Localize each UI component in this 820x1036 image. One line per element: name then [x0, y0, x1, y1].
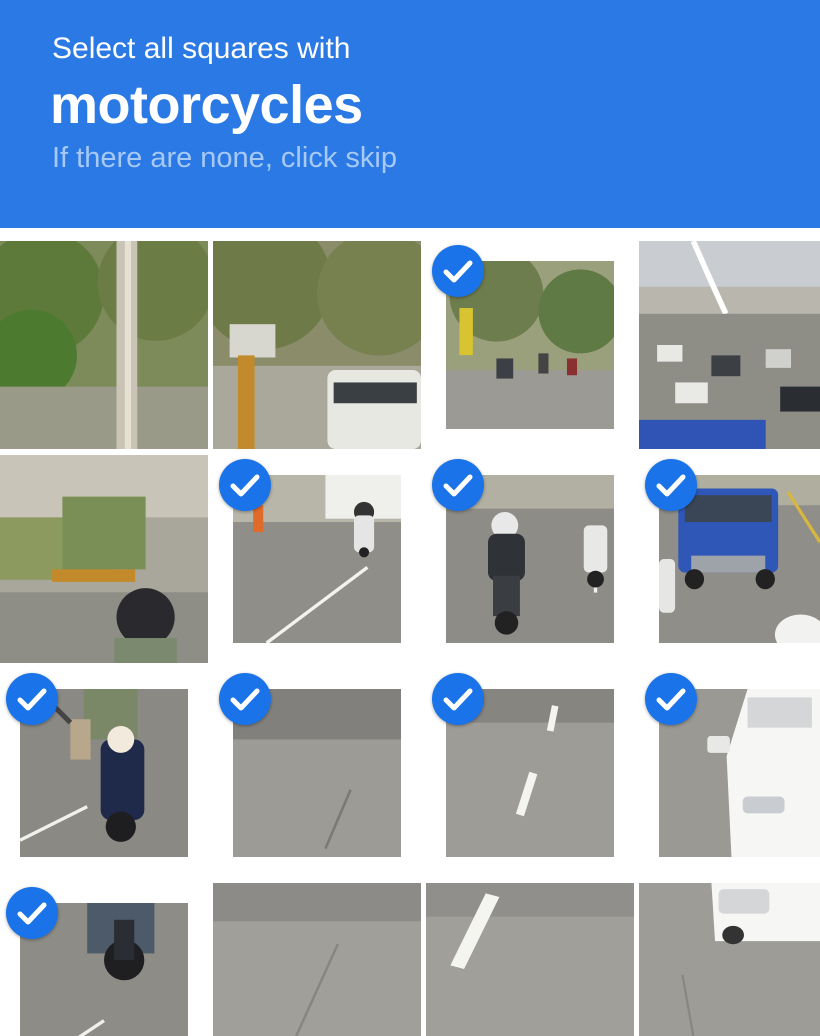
selected-check-icon: [6, 887, 58, 939]
selected-check-icon: [645, 673, 697, 725]
selected-check-icon: [219, 459, 271, 511]
selected-check-icon: [6, 673, 58, 725]
grid-tile-r4-c4[interactable]: [639, 883, 820, 1036]
tile-image: [213, 241, 421, 449]
target-object-label: motorcycles: [50, 75, 363, 135]
grid-tile-r3-c1[interactable]: [0, 669, 208, 877]
selected-check-icon: [432, 459, 484, 511]
skip-hint-text: If there are none, click skip: [52, 142, 397, 174]
grid-tile-r2-c2[interactable]: [213, 455, 421, 663]
selected-check-icon: [219, 673, 271, 725]
tile-image: [426, 883, 634, 1036]
grid-tile-r1-c4[interactable]: [639, 241, 820, 449]
tile-image: [0, 455, 208, 663]
tile-image: [0, 241, 208, 449]
grid-tile-r4-c3[interactable]: [426, 883, 634, 1036]
tile-image: [213, 883, 421, 1036]
selected-check-icon: [432, 245, 484, 297]
tile-image: [639, 883, 820, 1036]
grid-tile-r3-c4[interactable]: [639, 669, 820, 877]
grid-tile-r1-c3[interactable]: [426, 241, 634, 449]
grid-tile-r2-c3[interactable]: [426, 455, 634, 663]
grid-tile-r4-c2[interactable]: [213, 883, 421, 1036]
selected-check-icon: [432, 673, 484, 725]
grid-tile-r2-c4[interactable]: [639, 455, 820, 663]
grid-tile-r3-c3[interactable]: [426, 669, 634, 877]
grid-tile-r3-c2[interactable]: [213, 669, 421, 877]
image-grid: [0, 241, 820, 1036]
grid-tile-r1-c1[interactable]: [0, 241, 208, 449]
tile-image: [639, 241, 820, 449]
grid-tile-r1-c2[interactable]: [213, 241, 421, 449]
grid-tile-r4-c1[interactable]: [0, 883, 208, 1036]
selected-check-icon: [645, 459, 697, 511]
challenge-header: Select all squares with motorcycles If t…: [0, 0, 820, 228]
grid-tile-r2-c1[interactable]: [0, 455, 208, 663]
instruction-text: Select all squares with: [52, 32, 351, 65]
